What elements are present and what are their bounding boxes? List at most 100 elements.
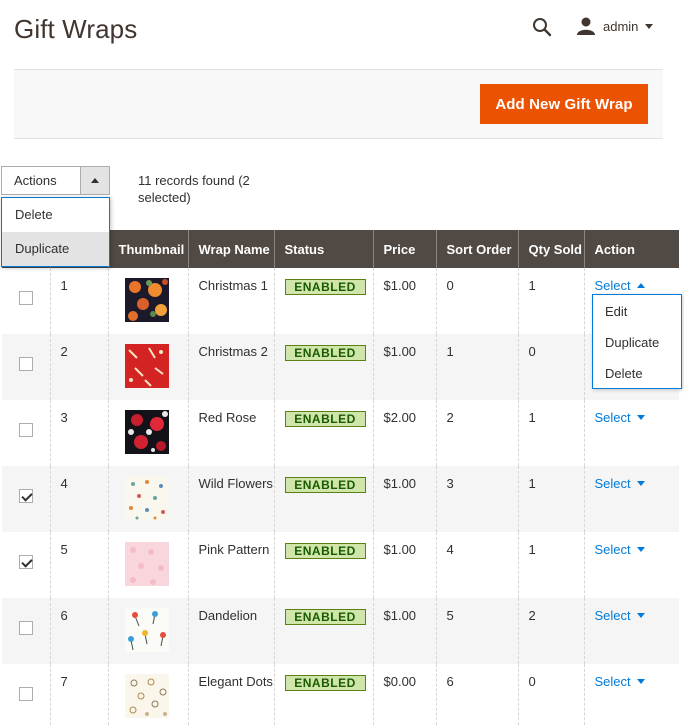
cell-qty-sold: 1: [517, 532, 584, 598]
row-action-menu: Edit Duplicate Delete: [592, 294, 682, 389]
row-checkbox[interactable]: [18, 422, 33, 437]
status-badge: ENABLED: [284, 345, 366, 361]
user-account-menu[interactable]: admin: [576, 15, 654, 37]
chevron-up-icon: [636, 283, 645, 288]
mass-actions-select[interactable]: Actions: [1, 166, 110, 195]
add-new-gift-wrap-button[interactable]: Add New Gift Wrap: [480, 84, 648, 124]
cell-sort-order: 3: [435, 466, 518, 532]
row-checkbox[interactable]: [18, 686, 33, 701]
table-row: 2 Christmas 2 ENABLED $1.00 1 0: [2, 334, 679, 400]
column-header-action[interactable]: Action: [583, 230, 679, 268]
table-row: 3 Red Rose ENABLED $2.00 2 1 Select: [2, 400, 679, 466]
mass-actions-label: Actions: [14, 173, 57, 188]
table-row: 6 Dandelion ENABLED $1.00 5 2 Select: [2, 598, 679, 664]
chevron-down-icon: [636, 547, 645, 552]
cell-id: 5: [49, 532, 108, 598]
wrap-thumbnail[interactable]: [124, 344, 169, 388]
row-checkbox[interactable]: [18, 620, 33, 635]
cell-id: 3: [49, 400, 108, 466]
row-action-edit[interactable]: Edit: [593, 301, 681, 332]
mass-actions-menu: Delete Duplicate: [1, 197, 110, 267]
column-header-qty-sold[interactable]: Qty Sold: [517, 230, 584, 268]
cell-wrap-name: Christmas 2: [187, 334, 274, 400]
cell-sort-order: 2: [435, 400, 518, 466]
wrap-thumbnail[interactable]: [124, 278, 169, 322]
cell-sort-order: 4: [435, 532, 518, 598]
records-count: 11 records found (2 selected): [138, 173, 250, 205]
cell-qty-sold: 1: [517, 268, 584, 334]
cell-price: $1.00: [372, 598, 436, 664]
cell-id: 7: [49, 664, 108, 725]
chevron-up-icon[interactable]: [80, 167, 109, 194]
table-row: 7 Elegant Dots ENABLED $0.00 6 0 Select: [2, 664, 679, 725]
cell-price: $0.00: [372, 664, 436, 725]
cell-sort-order: 6: [435, 664, 518, 725]
wrap-thumbnail[interactable]: [124, 476, 169, 520]
mass-action-delete[interactable]: Delete: [2, 198, 109, 232]
wrap-thumbnail[interactable]: [124, 542, 169, 586]
cell-price: $1.00: [372, 334, 436, 400]
table-row: 4 Wild Flowers ENABLED $1.00 3 1 Select: [2, 466, 679, 532]
row-action-label: Select: [594, 476, 631, 491]
cell-sort-order: 0: [435, 268, 518, 334]
row-action-label: Select: [594, 674, 631, 689]
row-checkbox[interactable]: [18, 290, 33, 305]
column-header-sort-order[interactable]: Sort Order: [435, 230, 518, 268]
row-action-label: Select: [594, 542, 631, 557]
chevron-down-icon: [636, 613, 645, 618]
column-header-thumbnail[interactable]: Thumbnail: [107, 230, 188, 268]
mass-action-duplicate[interactable]: Duplicate: [2, 232, 109, 266]
cell-price: $1.00: [372, 532, 436, 598]
cell-wrap-name: Red Rose: [187, 400, 274, 466]
status-badge: ENABLED: [284, 609, 366, 625]
cell-price: $1.00: [372, 466, 436, 532]
row-action-label: Select: [594, 410, 631, 425]
row-action-delete[interactable]: Delete: [593, 363, 681, 394]
row-action-label: Select: [594, 608, 631, 623]
row-action-duplicate[interactable]: Duplicate: [593, 332, 681, 363]
row-action-select[interactable]: Select: [595, 542, 645, 557]
row-checkbox[interactable]: [18, 554, 33, 569]
column-header-wrap-name[interactable]: Wrap Name: [187, 230, 274, 268]
cell-price: $2.00: [372, 400, 436, 466]
cell-id: 4: [49, 466, 108, 532]
row-action-select[interactable]: Select: [595, 278, 645, 293]
cell-qty-sold: 0: [517, 334, 584, 400]
status-badge: ENABLED: [284, 477, 366, 493]
column-header-status[interactable]: Status: [273, 230, 373, 268]
status-badge: ENABLED: [284, 543, 366, 559]
wrap-thumbnail[interactable]: [124, 608, 169, 652]
row-action-select[interactable]: Select: [595, 410, 645, 425]
column-header-price[interactable]: Price: [372, 230, 436, 268]
cell-qty-sold: 2: [517, 598, 584, 664]
cell-sort-order: 5: [435, 598, 518, 664]
cell-qty-sold: 1: [517, 466, 584, 532]
cell-id: 6: [49, 598, 108, 664]
status-badge: ENABLED: [284, 411, 366, 427]
chevron-down-icon: [636, 481, 645, 486]
cell-qty-sold: 0: [517, 664, 584, 725]
chevron-down-icon: [645, 23, 654, 29]
chevron-down-icon: [636, 679, 645, 684]
wrap-thumbnail[interactable]: [124, 674, 169, 718]
cell-wrap-name: Pink Pattern: [187, 532, 274, 598]
status-badge: ENABLED: [284, 675, 366, 691]
row-checkbox[interactable]: [18, 488, 33, 503]
chevron-down-icon: [636, 415, 645, 420]
table-row: 1 Christmas 1 ENABLED $1.00 0 1 Select: [2, 268, 679, 334]
cell-id: 1: [49, 268, 108, 334]
cell-wrap-name: Christmas 1: [187, 268, 274, 334]
user-icon: [577, 17, 595, 35]
page-title: Gift Wraps: [14, 14, 138, 44]
cell-qty-sold: 1: [517, 400, 584, 466]
row-action-select[interactable]: Select: [595, 674, 645, 689]
row-action-select[interactable]: Select: [595, 608, 645, 623]
row-action-label: Select: [594, 278, 631, 293]
cell-wrap-name: Dandelion: [187, 598, 274, 664]
search-icon[interactable]: [532, 17, 552, 37]
row-action-select[interactable]: Select: [595, 476, 645, 491]
wrap-thumbnail[interactable]: [124, 410, 169, 454]
table-row: 5 Pink Pattern ENABLED $1.00 4 1 Select: [2, 532, 679, 598]
row-checkbox[interactable]: [18, 356, 33, 371]
cell-price: $1.00: [372, 268, 436, 334]
